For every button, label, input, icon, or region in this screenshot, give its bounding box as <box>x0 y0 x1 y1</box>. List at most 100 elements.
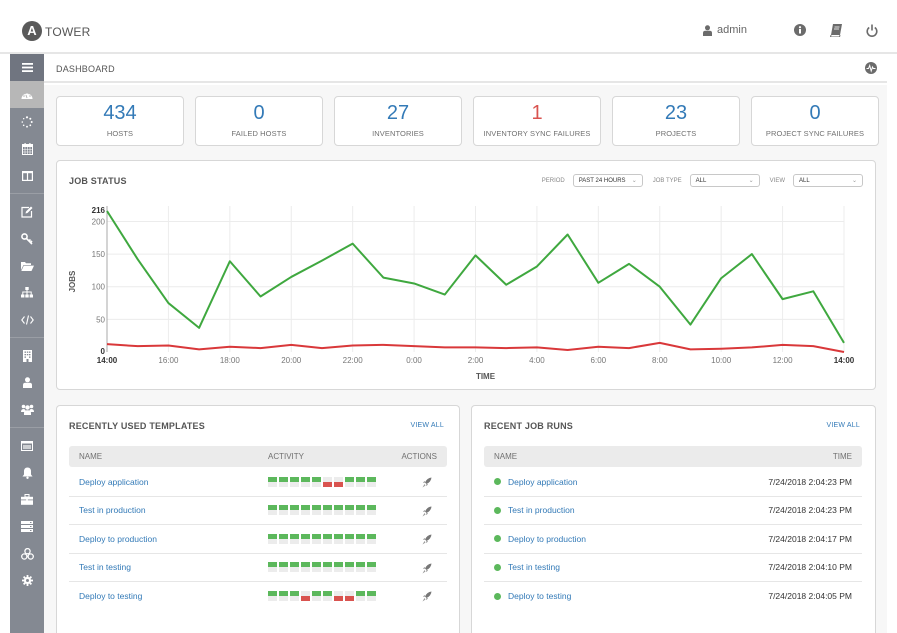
activity-bar-success[interactable] <box>268 505 277 516</box>
sidebar-item-teams[interactable] <box>10 396 44 423</box>
launch-template-button[interactable] <box>422 591 432 604</box>
template-name-link[interactable]: Test in testing <box>79 562 131 572</box>
count-card-inventory-sync-failures[interactable]: 1 INVENTORY SYNC FAILURES <box>473 96 601 146</box>
activity-bar-success[interactable] <box>268 476 277 487</box>
activity-bar-success[interactable] <box>323 591 332 602</box>
period-select[interactable]: PAST 24 HOURS ⌄ <box>572 174 643 187</box>
launch-template-button[interactable] <box>422 477 432 490</box>
brand-name[interactable]: TOWER <box>45 25 90 39</box>
launch-template-button[interactable] <box>422 506 432 519</box>
activity-bar-success[interactable] <box>290 533 299 544</box>
count-card-project-sync-failures[interactable]: 0 PROJECT SYNC FAILURES <box>751 96 879 146</box>
templates-view-all-link[interactable]: VIEW ALL <box>410 422 444 429</box>
activity-bar-success[interactable] <box>312 562 321 573</box>
activity-bar-failed[interactable] <box>334 476 343 487</box>
activity-bar-success[interactable] <box>334 562 343 573</box>
activity-bar-success[interactable] <box>356 505 365 516</box>
sidebar-item-management-jobs[interactable] <box>10 486 44 513</box>
job-name-link[interactable]: Deploy to testing <box>508 591 571 601</box>
activity-bar-failed[interactable] <box>301 591 310 602</box>
job-runs-view-all-link[interactable]: VIEW ALL <box>826 422 860 429</box>
count-card-hosts[interactable]: 434 HOSTS <box>56 96 184 146</box>
sidebar-item-settings[interactable] <box>10 567 44 594</box>
template-name-link[interactable]: Deploy application <box>79 477 148 487</box>
activity-bar-success[interactable] <box>367 591 376 602</box>
about-button[interactable] <box>793 22 807 38</box>
activity-bar-success[interactable] <box>290 562 299 573</box>
count-card-inventories[interactable]: 27 INVENTORIES <box>334 96 462 146</box>
activity-bar-success[interactable] <box>290 476 299 487</box>
sidebar-item-projects[interactable] <box>10 252 44 279</box>
activity-bar-success[interactable] <box>268 562 277 573</box>
activity-bar-success[interactable] <box>356 533 365 544</box>
activity-bar-success[interactable] <box>367 505 376 516</box>
activity-bar-success[interactable] <box>345 476 354 487</box>
activity-bar-success[interactable] <box>290 505 299 516</box>
activity-bar-success[interactable] <box>268 533 277 544</box>
sidebar-item-templates[interactable] <box>10 198 44 225</box>
job-name-link[interactable]: Test in testing <box>508 562 560 572</box>
current-user-link[interactable]: admin <box>703 24 747 36</box>
count-card-failed-hosts[interactable]: 0 FAILED HOSTS <box>195 96 323 146</box>
activity-bar-success[interactable] <box>312 476 321 487</box>
activity-bar-success[interactable] <box>356 476 365 487</box>
view-select[interactable]: ALL ⌄ <box>793 174 863 187</box>
sidebar-item-inventories[interactable] <box>10 279 44 306</box>
launch-template-button[interactable] <box>422 563 432 576</box>
activity-bar-success[interactable] <box>345 562 354 573</box>
sidebar-item-instance-groups[interactable] <box>10 513 44 540</box>
activity-bar-success[interactable] <box>356 562 365 573</box>
documentation-button[interactable] <box>829 22 843 38</box>
activity-bar-success[interactable] <box>290 591 299 602</box>
activity-bar-success[interactable] <box>323 533 332 544</box>
activity-bar-success[interactable] <box>323 562 332 573</box>
activity-bar-failed[interactable] <box>323 476 332 487</box>
sidebar-item-dashboard[interactable] <box>10 81 44 108</box>
activity-bar-success[interactable] <box>367 476 376 487</box>
activity-bar-success[interactable] <box>367 533 376 544</box>
activity-bar-success[interactable] <box>345 505 354 516</box>
sidebar-menu-toggle[interactable] <box>10 54 44 81</box>
job-name-link[interactable]: Test in production <box>508 505 575 515</box>
activity-bar-success[interactable] <box>279 476 288 487</box>
template-name-link[interactable]: Deploy to testing <box>79 591 142 601</box>
template-name-link[interactable]: Test in production <box>79 505 146 515</box>
activity-stream-button[interactable] <box>865 61 877 79</box>
activity-bar-success[interactable] <box>356 591 365 602</box>
sidebar-item-schedules[interactable] <box>10 135 44 162</box>
sidebar-item-users[interactable] <box>10 369 44 396</box>
activity-bar-success[interactable] <box>301 533 310 544</box>
sidebar-item-credential-types[interactable] <box>10 432 44 459</box>
activity-bar-success[interactable] <box>279 591 288 602</box>
activity-bar-success[interactable] <box>301 505 310 516</box>
activity-bar-success[interactable] <box>312 533 321 544</box>
sidebar-item-organizations[interactable] <box>10 342 44 369</box>
activity-bar-success[interactable] <box>279 505 288 516</box>
sidebar-item-jobs[interactable] <box>10 108 44 135</box>
sidebar-item-inventory-scripts[interactable] <box>10 306 44 333</box>
activity-bar-success[interactable] <box>323 505 332 516</box>
job-type-select[interactable]: ALL ⌄ <box>689 174 760 187</box>
activity-bar-success[interactable] <box>345 533 354 544</box>
sidebar-item-applications[interactable] <box>10 540 44 567</box>
activity-bar-success[interactable] <box>367 562 376 573</box>
template-name-link[interactable]: Deploy to production <box>79 534 157 544</box>
count-card-projects[interactable]: 23 PROJECTS <box>612 96 740 146</box>
activity-bar-success[interactable] <box>312 591 321 602</box>
sidebar-item-portal-mode[interactable] <box>10 162 44 189</box>
activity-bar-success[interactable] <box>301 476 310 487</box>
activity-bar-success[interactable] <box>334 533 343 544</box>
launch-template-button[interactable] <box>422 534 432 547</box>
activity-bar-failed[interactable] <box>334 591 343 602</box>
sidebar-item-credentials[interactable] <box>10 225 44 252</box>
activity-bar-success[interactable] <box>268 591 277 602</box>
job-name-link[interactable]: Deploy to production <box>508 534 586 544</box>
activity-bar-success[interactable] <box>312 505 321 516</box>
logout-button[interactable] <box>865 22 879 38</box>
activity-bar-success[interactable] <box>334 505 343 516</box>
activity-bar-success[interactable] <box>279 562 288 573</box>
job-name-link[interactable]: Deploy application <box>508 477 577 487</box>
activity-bar-failed[interactable] <box>345 591 354 602</box>
ansible-logo-icon[interactable]: A <box>22 21 42 41</box>
activity-bar-success[interactable] <box>279 533 288 544</box>
